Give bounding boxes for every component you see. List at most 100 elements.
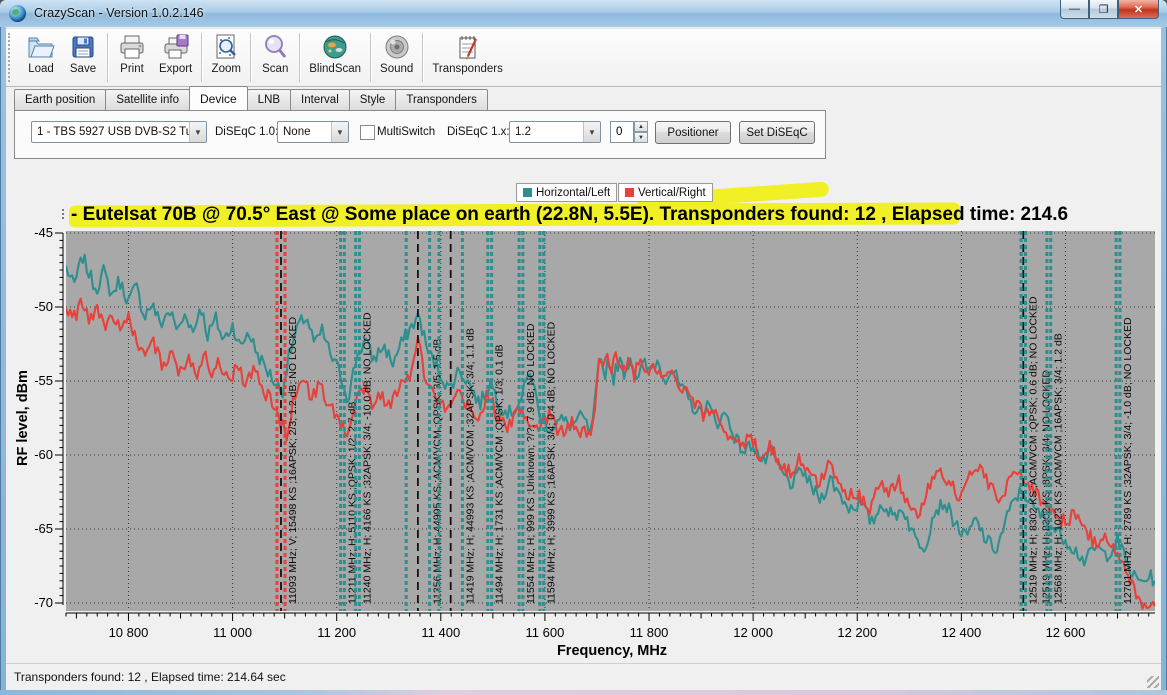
x-tick-label: 12 200 — [837, 625, 877, 640]
window-bottom-frame — [0, 690, 1167, 695]
window-content: Load Save — [6, 27, 1161, 690]
printer-icon — [117, 32, 147, 62]
toolbar-separator — [250, 33, 251, 82]
spectrum-plot[interactable]: 11093 MHz; V; 15498 KS ;16APSK; 2/3; 1.2… — [7, 168, 1157, 662]
tuner-select[interactable]: 1 - TBS 5927 USB DVB-S2 Tuner ▼ — [31, 121, 207, 143]
toolbar-label: Print — [120, 63, 144, 75]
diseqc1x-value: 1.2 — [510, 126, 583, 138]
legend-vertical-right[interactable]: Vertical/Right — [618, 183, 713, 202]
position-value[interactable]: 0 — [610, 121, 634, 143]
x-tick-label: 11 000 — [213, 625, 252, 640]
printer-export-icon — [161, 32, 191, 62]
save-button[interactable]: Save — [62, 29, 104, 86]
positioner-button[interactable]: Positioner — [655, 121, 731, 144]
x-axis-title: Frequency, MHz — [557, 643, 667, 659]
multiswitch-label: MultiSwitch — [377, 126, 435, 138]
diseqc10-select[interactable]: None ▼ — [277, 121, 349, 143]
globe-fish-icon — [320, 32, 350, 62]
transponder-label: 12568 MHz; H; 1023 KS ;ACM/VCM ;16APSK; … — [1053, 333, 1065, 604]
toolbar-label: Save — [70, 63, 96, 75]
diseqc10-label: DiSEqC 1.0: — [215, 126, 278, 138]
status-text: Transponders found: 12 , Elapsed time: 2… — [14, 670, 286, 684]
spinner-up-icon[interactable]: ▲ — [634, 121, 648, 132]
minimize-button[interactable]: — — [1060, 0, 1089, 19]
tab-strip: Earth position Satellite info Device LNB… — [14, 87, 487, 110]
diseqc1x-label: DiSEqC 1.x: — [447, 126, 510, 138]
resize-grip-icon[interactable] — [1147, 676, 1159, 688]
maximize-button[interactable]: ❐ — [1089, 0, 1118, 19]
transponder-label: 11211 MHz; H; 5110 KS ;QPSK; 1/2; 2.7 dB — [346, 401, 358, 604]
scan-button[interactable]: Scan — [254, 29, 296, 86]
tab-device[interactable]: Device — [189, 86, 248, 110]
transponders-button[interactable]: Transponders — [426, 29, 509, 86]
transponder-label: 12519 MHz; H; 8302 KS ;ACM/VCM ;QPSK; 0.… — [1027, 296, 1039, 604]
multiswitch-checkbox[interactable] — [360, 125, 375, 140]
transponder-label: 11240 MHz; H; 4166 KS ;32APSK; 3/4; -10.… — [361, 312, 373, 604]
tab-interval[interactable]: Interval — [290, 89, 350, 110]
status-bar: Transponders found: 12 , Elapsed time: 2… — [6, 663, 1161, 690]
x-tick-label: 12 000 — [733, 625, 773, 640]
legend-horizontal-left[interactable]: Horizontal/Left — [516, 183, 617, 202]
print-button[interactable]: Print — [111, 29, 153, 86]
export-button[interactable]: Export — [153, 29, 198, 86]
close-button[interactable]: ✕ — [1118, 0, 1159, 19]
zoom-document-icon — [211, 32, 241, 62]
tab-transponders[interactable]: Transponders — [395, 89, 488, 110]
x-tick-label: 12 400 — [941, 625, 981, 640]
zoom-button[interactable]: Zoom — [205, 29, 247, 86]
plot-background — [66, 231, 1155, 611]
tab-earth-position[interactable]: Earth position — [14, 89, 106, 110]
toolbar-label: BlindScan — [309, 63, 361, 75]
transponder-label: 11419 MHz; H; 44993 KS ;ACM/VCM ;32APSK;… — [464, 328, 476, 604]
spinner-down-icon[interactable]: ▼ — [634, 132, 648, 143]
tab-satellite-info[interactable]: Satellite info — [105, 89, 190, 110]
y-axis-title: RF level, dBm — [15, 370, 31, 466]
load-button[interactable]: Load — [20, 29, 62, 86]
floppy-disk-icon — [68, 32, 98, 62]
chevron-down-icon: ▼ — [583, 122, 600, 142]
toolbar-label: Export — [159, 63, 192, 75]
open-folder-icon — [26, 32, 56, 62]
chart-panel: Horizontal/Left Vertical/Right - Eutelsa… — [7, 168, 1157, 662]
speaker-icon — [382, 32, 412, 62]
toolbar-separator — [422, 33, 423, 82]
title-bar[interactable]: CrazyScan - Version 1.0.2.146 — ❐ ✕ — [0, 0, 1167, 27]
toolbar-label: Scan — [262, 63, 288, 75]
y-tick-label: -70 — [34, 595, 53, 610]
x-tick-label: 10 800 — [109, 625, 149, 640]
diseqc1x-select[interactable]: 1.2 ▼ — [509, 121, 601, 143]
chart-title: - Eutelsat 70B @ 70.5° East @ Some place… — [71, 204, 1068, 226]
legend-color-swatch — [625, 188, 634, 197]
notepad-pencil-icon — [453, 32, 483, 62]
legend-label: Horizontal/Left — [536, 187, 610, 199]
legend-color-swatch — [523, 188, 532, 197]
x-tick-label: 11 600 — [526, 625, 565, 640]
y-tick-label: -55 — [34, 373, 53, 388]
toolbar: Load Save — [6, 28, 1161, 87]
transponder-label: 11093 MHz; V; 15498 KS ;16APSK; 2/3; 1.2… — [287, 316, 299, 604]
magnifier-icon — [260, 32, 290, 62]
toolbar-label: Load — [28, 63, 54, 75]
tab-lnb[interactable]: LNB — [247, 89, 291, 110]
set-diseqc-button[interactable]: Set DiSEqC — [739, 121, 815, 144]
y-tick-label: -60 — [34, 447, 53, 462]
toolbar-label: Zoom — [212, 63, 241, 75]
x-tick-label: 11 800 — [630, 625, 669, 640]
transponder-label: 11494 MHz; H; 1731 KS ;ACM/VCM ;QPSK; 1/… — [494, 344, 506, 604]
y-tick-label: -65 — [34, 521, 53, 536]
blindscan-button[interactable]: BlindScan — [303, 29, 367, 86]
application-window: CrazyScan - Version 1.0.2.146 — ❐ ✕ Load — [0, 0, 1167, 695]
chevron-down-icon: ▼ — [189, 122, 206, 142]
toolbar-separator — [370, 33, 371, 82]
chart-grip[interactable] — [62, 209, 64, 219]
window-controls: — ❐ ✕ — [1060, 0, 1159, 19]
tab-style[interactable]: Style — [349, 89, 397, 110]
toolbar-separator — [107, 33, 108, 82]
diseqc10-value: None — [278, 126, 331, 138]
toolbar-separator — [299, 33, 300, 82]
toolbar-grip[interactable] — [8, 33, 18, 82]
sound-button[interactable]: Sound — [374, 29, 419, 86]
device-tab-page: 1 - TBS 5927 USB DVB-S2 Tuner ▼ DiSEqC 1… — [14, 110, 826, 159]
transponder-label: 11554 MHz; H; 999 KS ;Unknown; ?/?; 7.9 … — [525, 323, 537, 604]
toolbar-label: Sound — [380, 63, 413, 75]
